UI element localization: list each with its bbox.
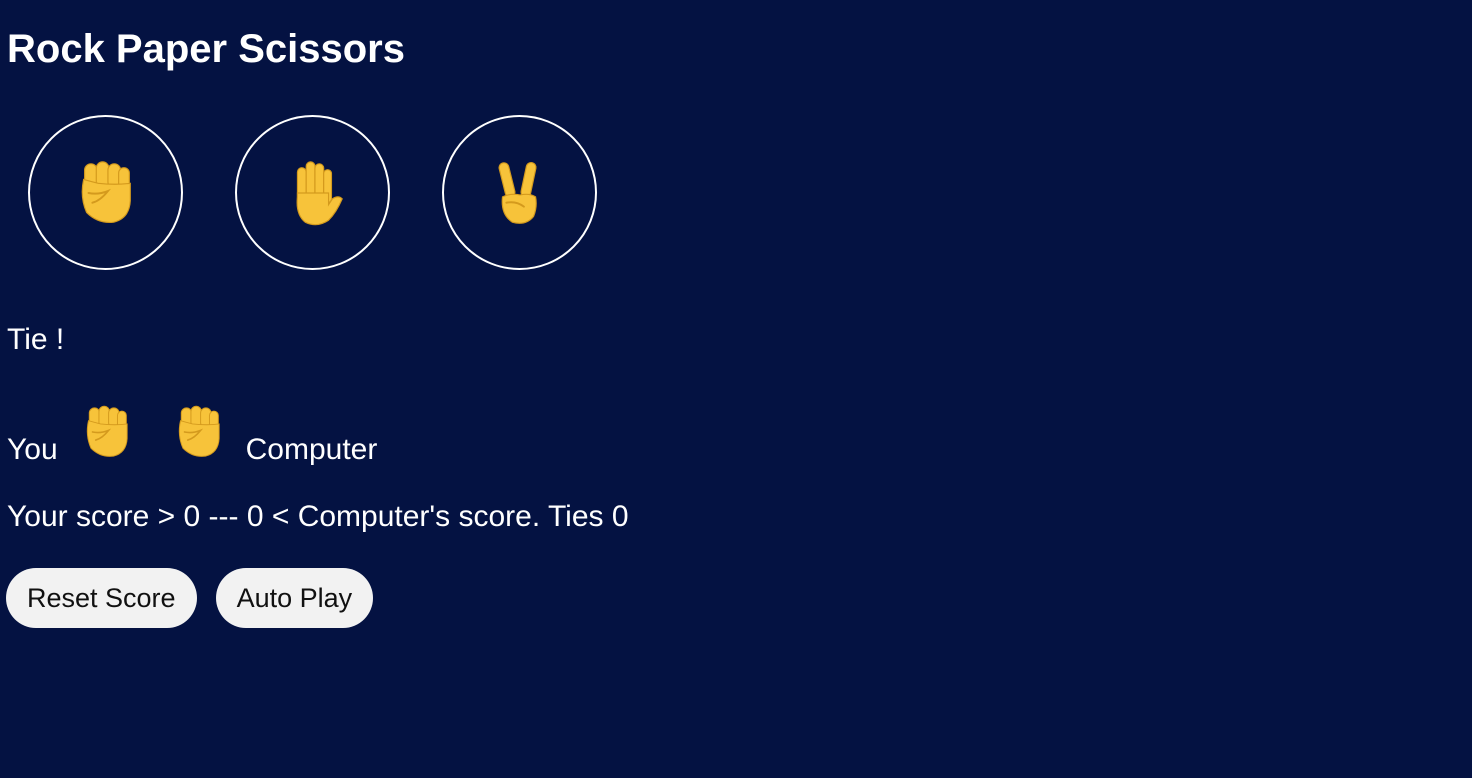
raised-fist-icon [86, 405, 128, 458]
raised-fist-icon [80, 160, 131, 223]
page-title: Rock Paper Scissors [7, 27, 405, 71]
raised-hand-icon [296, 160, 343, 225]
moves-played: You Computer [7, 402, 377, 472]
reset-score-button[interactable]: Reset Score [6, 568, 197, 628]
raised-fist-icon [178, 405, 220, 458]
computer-label: Computer [245, 433, 378, 466]
you-label: You [7, 433, 58, 466]
score-text: Your score > 0 --- 0 < Computer's score.… [7, 500, 629, 533]
action-buttons: Reset Score Auto Play [6, 568, 374, 628]
paper-button[interactable] [235, 115, 390, 270]
auto-play-button[interactable]: Auto Play [215, 568, 374, 628]
result-text: Tie ! [7, 323, 65, 356]
rock-button[interactable] [28, 115, 183, 270]
victory-hand-icon [496, 160, 538, 224]
move-buttons [28, 115, 597, 270]
scissors-button[interactable] [442, 115, 597, 270]
